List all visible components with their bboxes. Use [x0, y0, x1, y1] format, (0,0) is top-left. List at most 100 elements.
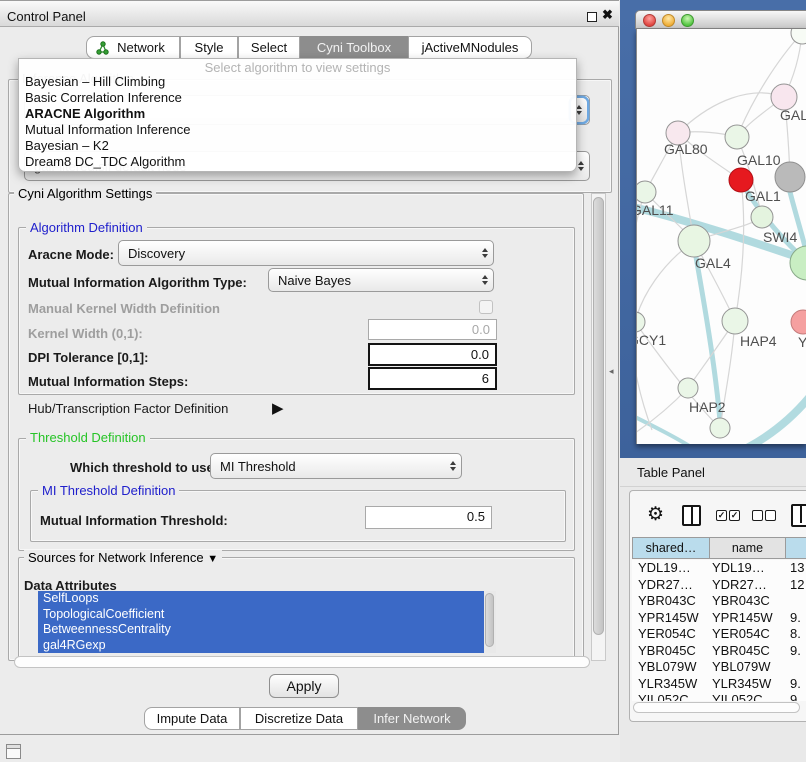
cell-name[interactable]: YBR045C [712, 643, 770, 658]
cell-value[interactable]: 13 [790, 560, 804, 575]
cell-value[interactable]: 9 [790, 692, 797, 701]
hub-definition-label[interactable]: Hub/Transcription Factor Definition [28, 401, 228, 416]
attribute-betweennesscentrality[interactable]: BetweennessCentrality [38, 622, 484, 638]
node-gal10[interactable] [725, 125, 749, 149]
tab-network[interactable]: Network [86, 36, 180, 59]
network-view[interactable]: GAL GAL80 GAL10 GAL1 GAL11 SWI4 GAL4 GCY… [636, 29, 806, 444]
splitter-collapse-icon[interactable]: ◂ [609, 366, 614, 377]
attributes-list-scrollbar-thumb[interactable] [485, 593, 494, 647]
node-hap2[interactable] [678, 378, 698, 398]
cell-shared-name[interactable]: YBR045C [638, 643, 696, 658]
new-column-icon[interactable] [791, 504, 806, 527]
hub-expand-arrow-icon[interactable]: ▶ [272, 399, 284, 417]
column-header-partial[interactable] [786, 537, 806, 559]
tab-jactivemnodules[interactable]: jActiveMNodules [408, 36, 532, 59]
cell-name[interactable]: YPR145W [712, 610, 773, 625]
tab-impute-data[interactable]: Impute Data [144, 707, 240, 730]
cell-value[interactable]: 8. [790, 626, 801, 641]
dropdown-item-bayesian-hill-climbing[interactable]: Bayesian – Hill Climbing [19, 74, 576, 90]
table-row[interactable]: YBR043C YBR043C [632, 593, 806, 610]
cell-shared-name[interactable]: YPR145W [638, 610, 699, 625]
table-row[interactable]: YLR345W YLR345W 9. [632, 676, 806, 693]
settings-vertical-scrollbar-thumb[interactable] [593, 197, 604, 635]
sources-group-title[interactable]: Sources for Network Inference ▼ [24, 550, 222, 565]
table-row[interactable]: YBR045C YBR045C 9. [632, 643, 806, 660]
table-row[interactable]: YIL052C YIL052C 9 [632, 692, 806, 701]
mi-steps-field[interactable]: 6 [368, 367, 497, 390]
manual-kernel-checkbox[interactable] [479, 300, 493, 314]
column-header-name[interactable]: name [710, 537, 786, 559]
table-row[interactable]: YDL19… YDL19… 13 [632, 560, 806, 577]
cell-name[interactable]: YIL052C [712, 692, 763, 701]
attribute-topologicalcoefficient[interactable]: TopologicalCoefficient [38, 607, 484, 623]
cell-value[interactable]: 12 [790, 577, 804, 592]
cell-shared-name[interactable]: YBR043C [638, 593, 696, 608]
node-salmon[interactable] [791, 310, 806, 334]
node-gal4[interactable] [678, 225, 710, 257]
cell-name[interactable]: YBL079W [712, 659, 771, 674]
cell-shared-name[interactable]: YBL079W [638, 659, 697, 674]
dropdown-item-aracne[interactable]: ARACNE Algorithm [19, 106, 576, 122]
node-bottom-partial[interactable] [710, 418, 730, 438]
kernel-width-field[interactable]: 0.0 [368, 319, 497, 340]
cell-name[interactable]: YLR345W [712, 676, 771, 691]
deselect-all-box-icon-1[interactable] [752, 510, 763, 521]
column-header-shared-name[interactable]: shared… [632, 537, 710, 559]
window-zoom-icon[interactable] [681, 14, 694, 27]
minimized-panel-icon[interactable] [6, 744, 21, 759]
node-hap4[interactable] [722, 308, 748, 334]
dropdown-item-dream8[interactable]: Dream8 DC_TDC Algorithm [19, 154, 576, 170]
select-all-check-icon-1[interactable]: ✓ [716, 510, 727, 521]
node-gal11[interactable] [637, 181, 656, 203]
table-row[interactable]: YDR27… YDR27… 12 [632, 577, 806, 594]
cell-shared-name[interactable]: YER054C [638, 626, 696, 641]
mi-threshold-field[interactable]: 0.5 [365, 506, 492, 529]
settings-vertical-scrollbar[interactable] [591, 193, 606, 661]
tab-cyni-toolbox[interactable]: Cyni Toolbox [300, 36, 408, 59]
gear-icon[interactable]: ⚙ [647, 503, 664, 526]
settings-horizontal-scrollbar[interactable] [14, 656, 590, 668]
node-swi4[interactable] [751, 206, 773, 228]
node-gcy1[interactable] [637, 312, 645, 332]
cell-value[interactable]: 9. [790, 643, 801, 658]
cell-shared-name[interactable]: YIL052C [638, 692, 689, 701]
which-threshold-combo[interactable]: MI Threshold [210, 453, 462, 479]
split-columns-icon[interactable] [682, 505, 701, 526]
mi-type-combo[interactable]: Naive Bayes [268, 268, 494, 292]
dpi-tolerance-field[interactable]: 0.0 [368, 343, 497, 366]
node-top-partial[interactable] [791, 29, 806, 44]
float-window-icon[interactable] [587, 12, 597, 22]
tab-infer-network[interactable]: Infer Network [358, 707, 466, 730]
attribute-selfloops[interactable]: SelfLoops [38, 591, 484, 607]
attributes-list-scrollbar[interactable] [484, 591, 496, 653]
cell-name[interactable]: YER054C [712, 626, 770, 641]
collapse-triangle-icon[interactable]: ▼ [207, 553, 218, 565]
cell-shared-name[interactable]: YLR345W [638, 676, 697, 691]
cell-value[interactable]: 9. [790, 676, 801, 691]
table-horizontal-scrollbar[interactable] [633, 702, 800, 713]
select-all-check-icon-2[interactable]: ✓ [729, 510, 740, 521]
window-close-icon[interactable] [643, 14, 656, 27]
apply-button[interactable]: Apply [269, 674, 339, 698]
attribute-gal4rgexp[interactable]: gal4RGexp [38, 638, 484, 654]
cell-name[interactable]: YDL19… [712, 560, 765, 575]
tab-style[interactable]: Style [180, 36, 238, 59]
cell-shared-name[interactable]: YDL19… [638, 560, 691, 575]
dropdown-item-bayesian-k2[interactable]: Bayesian – K2 [19, 138, 576, 154]
cell-name[interactable]: YDR27… [712, 577, 767, 592]
deselect-all-box-icon-2[interactable] [765, 510, 776, 521]
dropdown-item-basic-correlation[interactable]: Basic Correlation Inference [19, 90, 576, 106]
close-panel-icon[interactable]: ✖ [602, 7, 613, 23]
cell-value[interactable]: 9. [790, 610, 801, 625]
table-row[interactable]: YPR145W YPR145W 9. [632, 610, 806, 627]
window-minimize-icon[interactable] [662, 14, 675, 27]
cell-shared-name[interactable]: YDR27… [638, 577, 693, 592]
network-window-titlebar[interactable] [635, 10, 806, 29]
dropdown-item-mutual-information[interactable]: Mutual Information Inference [19, 122, 576, 138]
table-row[interactable]: YBL079W YBL079W [632, 659, 806, 676]
table-row[interactable]: YER054C YER054C 8. [632, 626, 806, 643]
cell-name[interactable]: YBR043C [712, 593, 770, 608]
tab-discretize-data[interactable]: Discretize Data [240, 707, 358, 730]
tab-select[interactable]: Select [238, 36, 300, 59]
aracne-mode-combo[interactable]: Discovery [118, 240, 494, 266]
